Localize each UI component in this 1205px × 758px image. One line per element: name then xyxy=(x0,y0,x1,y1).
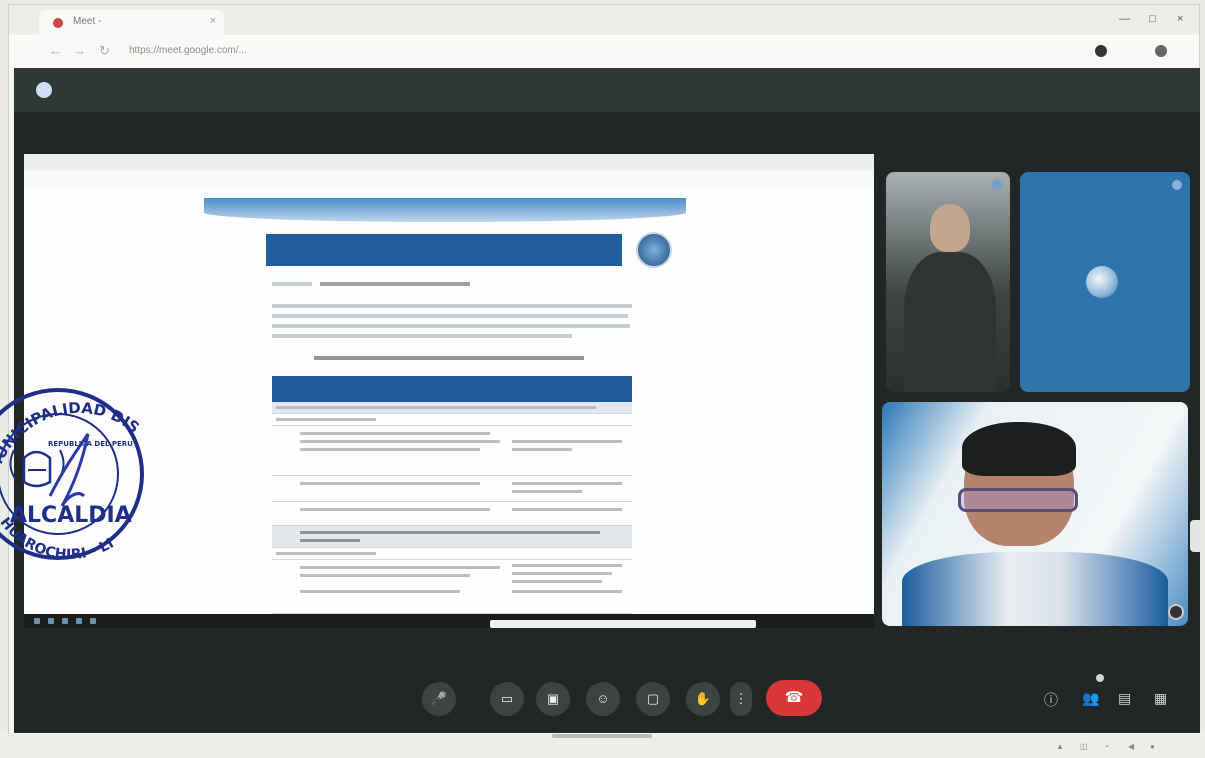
address-bar-row: ← → ↻ https://meet.google.com/... xyxy=(9,35,1199,67)
shared-browser-tabs xyxy=(24,154,874,170)
coat-of-arms-icon xyxy=(9,449,65,488)
people-icon[interactable]: 👥 xyxy=(1082,690,1099,707)
mic-button[interactable]: 🎤 xyxy=(422,682,456,716)
table-row xyxy=(272,476,632,502)
taskbar-app-icon xyxy=(90,618,96,624)
activities-icon[interactable]: ▦ xyxy=(1154,690,1167,707)
emoji-icon: ☺ xyxy=(596,691,610,706)
participant-glasses xyxy=(958,488,1078,512)
presentation-scrollbar[interactable] xyxy=(490,620,756,628)
maximize-icon[interactable]: □ xyxy=(1149,13,1156,25)
participant-body xyxy=(904,252,996,392)
document-table-header xyxy=(272,376,632,402)
info-icon[interactable]: ⓘ xyxy=(1044,690,1058,710)
participant-count-badge xyxy=(1096,674,1104,682)
meeting-info xyxy=(30,694,42,704)
municipal-stamp: MUNICIPALIDAD DISTRITAL DE SANTIAGO DE T… xyxy=(0,346,144,563)
leave-call-button[interactable]: ☎ xyxy=(766,680,822,716)
document-text-line xyxy=(272,324,630,328)
present-button[interactable]: ▢ xyxy=(636,682,670,716)
meeting-controls-bar: 🎤 ▭ ▣ ☺ ▢ ✋ ⋮ ☎ ⓘ 👥 ▤ ▦ xyxy=(14,660,1200,733)
forward-icon[interactable]: → xyxy=(73,43,86,58)
volume-icon[interactable]: ◀ xyxy=(1128,742,1134,751)
stamp-top-text: MUNICIPALIDAD DISTRITAL DE SANTIAGO DE T… xyxy=(0,346,143,475)
panel-toggle-handle[interactable] xyxy=(1190,520,1200,552)
participant-tile[interactable] xyxy=(882,402,1188,626)
table-row xyxy=(272,560,632,614)
system-tray-icon[interactable]: ▲ xyxy=(1056,742,1064,751)
emoji-button[interactable]: ☺ xyxy=(586,682,620,716)
table-row xyxy=(272,402,632,414)
raise-hand-button[interactable]: ✋ xyxy=(686,682,720,716)
document-text-line xyxy=(272,304,632,308)
stamp-bottom-text: HUAROCHIRI - LIMA xyxy=(0,346,117,563)
table-row xyxy=(272,414,632,426)
table-row xyxy=(272,502,632,526)
stamp-inner-text: REPUBLICA DEL PERU xyxy=(48,440,133,448)
meet-app: 🎤 ▭ ▣ ☺ ▢ ✋ ⋮ ☎ ⓘ 👥 ▤ ▦ xyxy=(14,68,1200,733)
document-text-line xyxy=(272,314,628,318)
document-text-line xyxy=(314,356,584,360)
taskbar-app-icon xyxy=(76,618,82,624)
document-header-banner xyxy=(204,198,686,222)
url-field[interactable]: https://meet.google.com/... xyxy=(129,42,949,60)
table-row xyxy=(272,526,632,548)
table-row xyxy=(272,548,632,560)
table-row xyxy=(272,426,632,476)
participant-body xyxy=(902,552,1168,626)
camera-icon: ▭ xyxy=(500,691,514,706)
participant-video xyxy=(930,204,970,252)
shared-browser-address xyxy=(24,170,874,188)
mic-off-icon xyxy=(1172,180,1182,190)
taskbar-app-icon xyxy=(48,618,54,624)
document-seal-icon xyxy=(636,232,672,268)
back-icon[interactable]: ← xyxy=(49,43,62,58)
call-end-icon: ☎ xyxy=(784,689,804,706)
document-text-line xyxy=(320,282,470,286)
meet-logo-icon xyxy=(36,82,52,98)
profile-avatar-icon[interactable] xyxy=(1095,45,1107,57)
captions-icon: ▣ xyxy=(546,691,560,706)
close-window-icon[interactable]: × xyxy=(1177,13,1183,25)
avatar xyxy=(1086,266,1118,298)
present-icon: ▢ xyxy=(646,691,660,706)
document-text-line xyxy=(272,334,572,338)
tab-bar: Meet - × — □ × xyxy=(9,5,1199,35)
tab-close-icon[interactable]: × xyxy=(210,15,216,27)
meet-header xyxy=(14,68,1200,112)
taskbar-app-icon xyxy=(62,618,68,624)
stamp-center-text: ALCALDIA xyxy=(10,503,132,528)
more-options-button[interactable]: ⋮ xyxy=(730,682,752,716)
document-text-line xyxy=(272,282,312,286)
chat-icon[interactable]: ▤ xyxy=(1118,690,1131,707)
system-tray-icon[interactable]: ◫ xyxy=(1080,742,1088,751)
document-title-box xyxy=(266,234,622,266)
reload-icon[interactable]: ↻ xyxy=(99,43,110,59)
participant-tile[interactable] xyxy=(886,172,1010,392)
browser-tab[interactable]: Meet - × xyxy=(39,10,224,35)
mic-off-icon xyxy=(992,180,1002,190)
battery-icon[interactable]: ● xyxy=(1150,742,1155,751)
participant-tile[interactable] xyxy=(1020,172,1190,392)
minimize-icon[interactable]: — xyxy=(1119,13,1130,25)
raise-hand-icon: ✋ xyxy=(694,691,712,706)
captions-button[interactable]: ▣ xyxy=(536,682,570,716)
participant-hair xyxy=(962,422,1076,476)
more-vert-icon: ⋮ xyxy=(734,691,748,706)
shared-screen xyxy=(24,154,874,614)
tile-options-icon[interactable] xyxy=(1168,604,1184,620)
wifi-icon[interactable]: ◔ xyxy=(1104,742,1109,751)
tab-title: Meet - xyxy=(73,16,102,27)
camera-button[interactable]: ▭ xyxy=(490,682,524,716)
mic-icon: 🎤 xyxy=(430,691,448,706)
meet-favicon-icon xyxy=(53,18,63,28)
extensions-icon[interactable] xyxy=(1155,45,1167,57)
home-indicator xyxy=(552,734,652,738)
taskbar-app-icon xyxy=(34,618,40,624)
